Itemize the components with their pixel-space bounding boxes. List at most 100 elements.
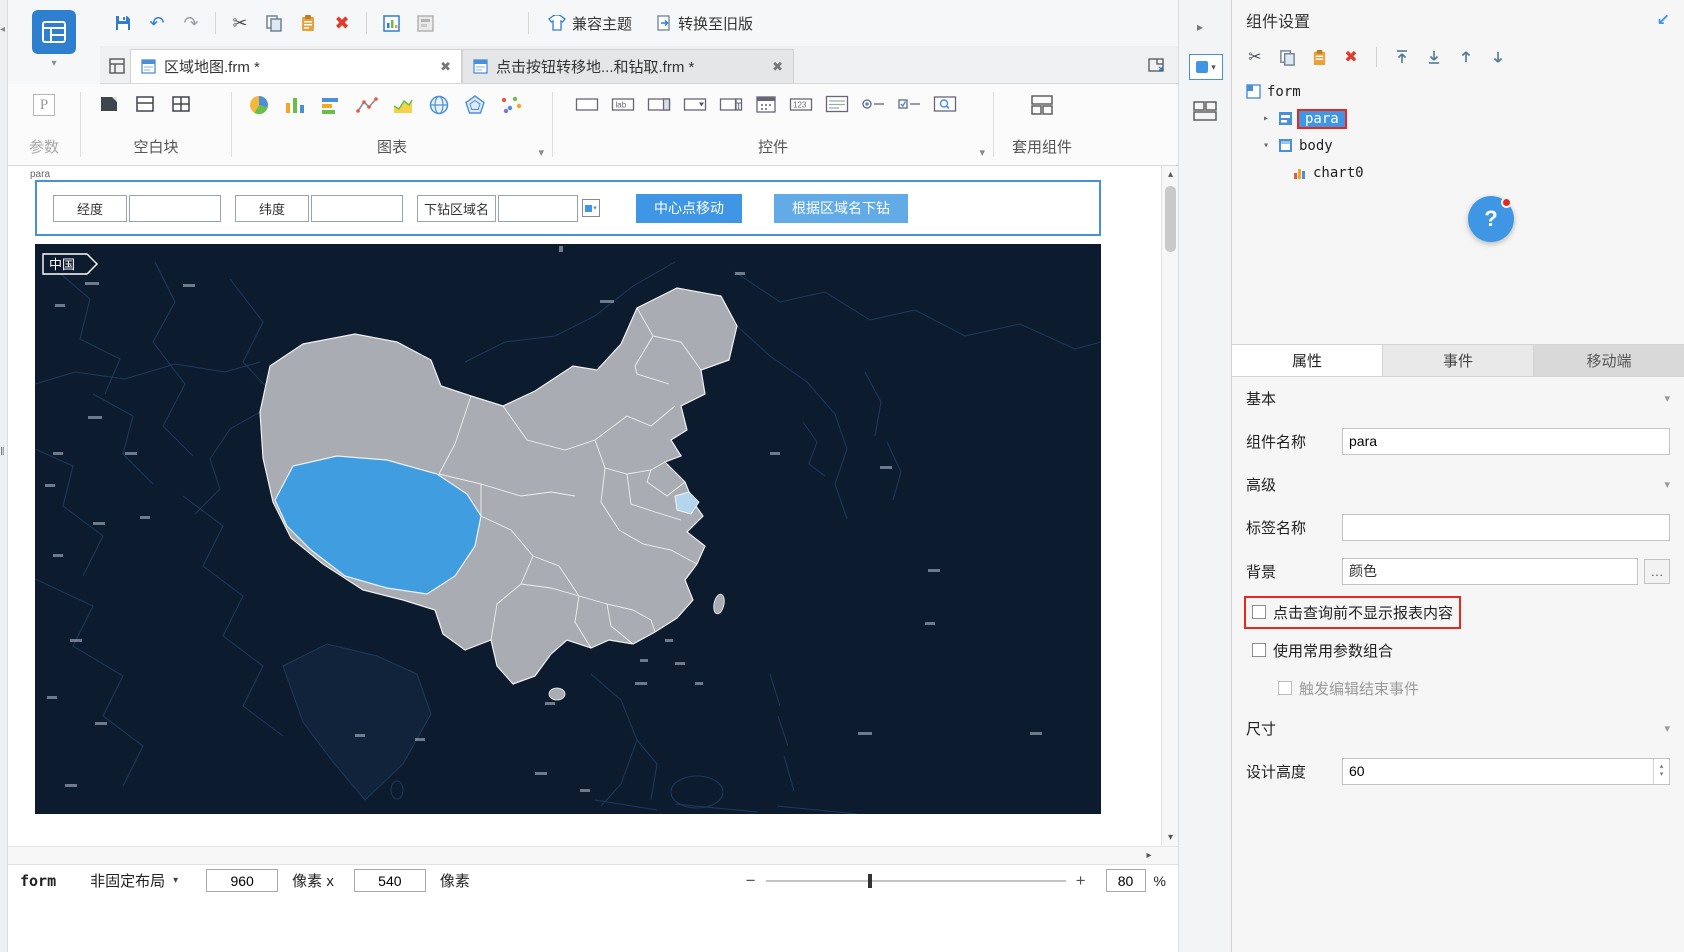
copy-button[interactable] [259, 8, 289, 38]
tree-item-form[interactable]: form [1246, 78, 1684, 105]
help-button[interactable]: ? [1468, 196, 1514, 242]
expander-icon[interactable]: ▾ [1260, 140, 1272, 151]
parameter-icon[interactable]: P [33, 94, 55, 116]
move-down-button[interactable] [1485, 44, 1511, 70]
spinner-up-icon[interactable]: ▴ [1660, 763, 1664, 771]
column-chart-icon[interactable] [284, 95, 306, 115]
date-widget-icon[interactable] [719, 94, 743, 114]
label-widget-icon[interactable]: lab [611, 94, 635, 114]
zoom-input[interactable] [1105, 869, 1146, 892]
spinner-down-icon[interactable]: ▾ [1660, 771, 1664, 779]
panel-collapse-icon[interactable]: ↙ [1657, 10, 1670, 30]
redo-button[interactable]: ↷ [176, 8, 206, 38]
tree-cut-button[interactable]: ✂ [1242, 44, 1268, 70]
scroll-right-button[interactable]: ▸ [1140, 847, 1158, 864]
number-widget-icon[interactable]: 123 [789, 94, 813, 114]
tab-events[interactable]: 事件 [1383, 345, 1534, 376]
design-height-spinner[interactable]: ▴ ▾ [1653, 758, 1669, 784]
section-collapse-icon[interactable]: ▾ [1664, 392, 1670, 405]
drilldown-button[interactable]: 根据区域名下钻 [774, 193, 909, 223]
horizontal-scrollbar[interactable]: ▸ [8, 846, 1178, 864]
area-chart-icon[interactable] [392, 95, 414, 115]
widget-manage-button[interactable] [410, 8, 440, 38]
cut-button[interactable]: ✂ [225, 8, 255, 38]
convert-old-button[interactable]: 转换至旧版 [646, 8, 763, 38]
vertical-scrollbar[interactable]: ▴ ▾ [1161, 166, 1178, 846]
tab-mobile[interactable]: 移动端 [1534, 345, 1684, 376]
zoom-slider[interactable] [765, 873, 1066, 888]
collapse-left-icon[interactable]: ◂ [0, 24, 5, 35]
tab-properties[interactable]: 属性 [1232, 345, 1383, 376]
tree-copy-button[interactable] [1274, 44, 1300, 70]
component-name-input[interactable] [1342, 427, 1670, 455]
height-input[interactable] [353, 869, 426, 892]
tag-name-input[interactable] [1342, 513, 1670, 541]
section-collapse-icon[interactable]: ▾ [1664, 478, 1670, 491]
delete-button[interactable]: ✖ [327, 8, 357, 38]
float-window-icon[interactable] [1148, 58, 1164, 75]
undo-button[interactable]: ↶ [142, 8, 172, 38]
bar-chart-icon[interactable] [320, 95, 342, 115]
expander-icon[interactable]: ▸ [1260, 113, 1272, 124]
tree-paste-button[interactable] [1306, 44, 1332, 70]
trigger-end-checkbox[interactable] [1278, 681, 1292, 695]
china-map-chart[interactable]: 中国 [35, 244, 1101, 814]
width-input[interactable] [206, 869, 279, 892]
widgets-expand-icon[interactable]: ▾ [979, 146, 985, 159]
radio-widget-icon[interactable] [861, 94, 885, 114]
scroll-up-button[interactable]: ▴ [1162, 166, 1179, 183]
map-chart-icon[interactable] [428, 94, 450, 116]
design-height-input[interactable] [1343, 763, 1653, 779]
selected-widget-indicator[interactable]: ▾ [1189, 54, 1223, 80]
parameter-panel[interactable]: 经度 纬度 下钻区域名 ▾ 中心点移动 根据区域名下钻 [35, 180, 1101, 236]
tab-block-icon[interactable] [135, 94, 155, 114]
scatter-chart-icon[interactable] [500, 95, 522, 115]
background-more-button[interactable]: … [1644, 558, 1670, 584]
map-region-tag[interactable]: 中国 [42, 253, 98, 275]
form-canvas[interactable]: para 经度 纬度 下钻区域名 ▾ 中心点移动 根据区域名下钻 中国 [8, 166, 1161, 846]
expand-panel-icon[interactable]: ▸ [1197, 20, 1203, 34]
center-move-button[interactable]: 中心点移动 [636, 193, 743, 223]
tab-close-icon[interactable]: ✖ [440, 59, 451, 75]
longitude-input[interactable] [129, 194, 221, 222]
tree-item-body[interactable]: ▾ body [1246, 132, 1684, 159]
hainan-island[interactable] [548, 687, 566, 701]
common-params-checkbox[interactable] [1252, 643, 1266, 657]
dropdown-widget-icon[interactable] [683, 94, 707, 114]
tab-button-drilldown[interactable]: 点击按钮转移地...和钻取.frm * ✖ [462, 49, 794, 83]
app-logo[interactable] [32, 10, 76, 54]
report-block-icon[interactable] [99, 94, 119, 114]
pie-chart-icon[interactable] [248, 94, 270, 116]
widget-editor-icon[interactable]: ▾ [582, 199, 601, 217]
section-size[interactable]: 尺寸 ▾ [1232, 707, 1684, 749]
tab-region-map[interactable]: 区域地图.frm * ✖ [130, 49, 462, 83]
components-icon[interactable] [1030, 94, 1054, 116]
save-button[interactable] [108, 8, 138, 38]
scroll-down-button[interactable]: ▾ [1162, 829, 1179, 846]
layout-mode-dropdown[interactable]: 非固定布局 ▾ [90, 870, 178, 891]
combo-widget-icon[interactable] [647, 94, 671, 114]
charts-expand-icon[interactable]: ▾ [538, 146, 544, 159]
textarea-widget-icon[interactable] [825, 94, 849, 114]
drill-region-label[interactable]: 下钻区域名 [417, 194, 497, 222]
hide-report-checkbox[interactable] [1252, 605, 1266, 619]
move-top-button[interactable] [1389, 44, 1415, 70]
tree-item-para[interactable]: ▸ para [1246, 105, 1684, 132]
paste-button[interactable] [293, 8, 323, 38]
tree-item-chart0[interactable]: chart0 [1246, 159, 1684, 186]
background-select[interactable]: 颜色 [1342, 557, 1638, 585]
textbox-widget-icon[interactable] [575, 94, 599, 114]
template-list-icon[interactable] [104, 51, 130, 81]
longitude-label[interactable]: 经度 [53, 194, 127, 222]
tree-delete-button[interactable]: ✖ [1338, 44, 1364, 70]
zoom-out-button[interactable]: − [736, 871, 766, 891]
checkbox-widget-icon[interactable] [897, 94, 921, 114]
query-widget-icon[interactable] [933, 94, 957, 114]
layout-panel-icon[interactable] [1192, 100, 1218, 125]
absolute-block-icon[interactable] [171, 94, 191, 114]
section-basic[interactable]: 基本 ▾ [1232, 377, 1684, 419]
app-menu-caret[interactable]: ▾ [51, 58, 56, 69]
section-advanced[interactable]: 高级 ▾ [1232, 463, 1684, 505]
vertical-scroll-thumb[interactable] [1165, 186, 1176, 252]
latitude-label[interactable]: 纬度 [235, 194, 309, 222]
